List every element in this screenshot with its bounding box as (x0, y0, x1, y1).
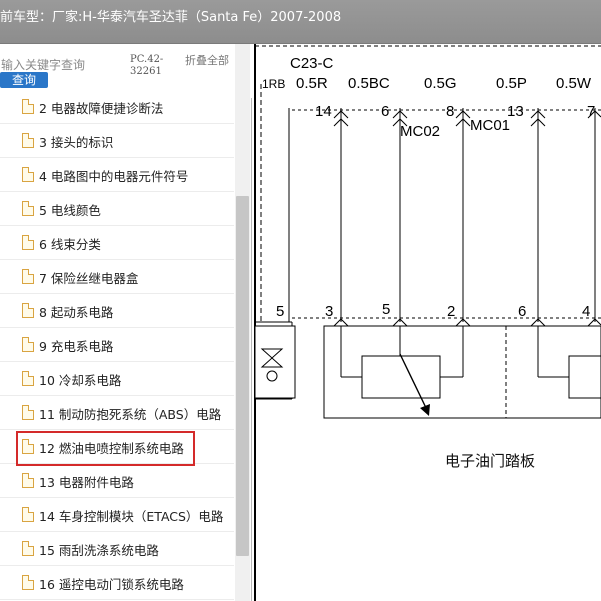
document-icon (22, 269, 34, 284)
scroll-up-arrow[interactable] (235, 44, 250, 52)
toc-item-label: 10 冷却系电路 (39, 373, 122, 388)
document-icon (22, 541, 34, 556)
pin-6-top: 6 (381, 103, 389, 120)
toc-item-2[interactable]: 2 电器故障便捷诊断法 (0, 90, 234, 124)
pin-6-bottom: 6 (518, 303, 526, 320)
component-label: 电子油门踏板 (445, 452, 536, 470)
toc-item-label: 3 接头的标识 (39, 135, 114, 150)
wire-label-0-5r: 0.5R (296, 75, 328, 92)
splice-mc01: MC01 (470, 117, 510, 134)
toc-item-9[interactable]: 9 充电系电路 (0, 328, 234, 362)
toc-item-15[interactable]: 15 雨刮洗涤系统电路 (0, 532, 234, 566)
document-icon (22, 235, 34, 250)
toc-item-11[interactable]: 11 制动防抱死系统（ABS）电路 (0, 396, 234, 430)
search-button[interactable]: 查询 (0, 72, 48, 88)
toc-item-14[interactable]: 14 车身控制模块（ETACS）电路 (0, 498, 234, 532)
toc-item-label: 13 电器附件电路 (39, 475, 134, 490)
wire-label-1rb: 1RB (262, 77, 285, 91)
toc-item-label: 9 充电系电路 (39, 339, 114, 354)
pin-4: 4 (582, 303, 590, 320)
toc-item-8[interactable]: 8 起动系电路 (0, 294, 234, 328)
toc-item-label: 8 起动系电路 (39, 305, 114, 320)
document-icon (22, 337, 34, 352)
toc-item-label: 12 燃油电喷控制系统电路 (39, 441, 184, 456)
toc-item-16[interactable]: 16 遥控电动门锁系统电路 (0, 566, 234, 600)
pin-5: 5 (382, 301, 390, 318)
toc-panel: 查询 PC.42-32261 折叠全部 2 电器故障便捷诊断法 3 接头的标识 … (0, 44, 252, 601)
wire-label-0-5g: 0.5G (424, 75, 457, 92)
document-icon (22, 405, 34, 420)
toc-item-5[interactable]: 5 电线颜色 (0, 192, 234, 226)
title-bar: 前车型：厂家:H-华泰汽车圣达菲（Santa Fe）2007-2008 (0, 0, 601, 44)
pin-8: 8 (446, 103, 454, 120)
connector-label: C23-C (290, 55, 334, 72)
pin-2: 2 (447, 303, 455, 320)
wire-label-0-5w: 0.5W (556, 75, 592, 92)
collapse-all-link[interactable]: 折叠全部 (185, 54, 229, 67)
wire-label-0-5p: 0.5P (496, 75, 527, 92)
toc-item-3[interactable]: 3 接头的标识 (0, 124, 234, 158)
toc-list: 2 电器故障便捷诊断法 3 接头的标识 4 电路图中的电器元件符号 5 电线颜色… (0, 90, 234, 601)
page-code: PC.42-32261 (130, 54, 164, 77)
toc-item-label: 5 电线颜色 (39, 203, 101, 218)
toc-item-label: 6 线束分类 (39, 237, 101, 252)
document-icon (22, 99, 34, 114)
wiring-diagram-svg: C23-C 1RB 0.5R 0.5BC 0.5G 0.5P 0.5W 14 6… (254, 44, 601, 601)
wire-label-0-5bc: 0.5BC (348, 75, 390, 92)
pin-14: 14 (315, 103, 332, 120)
pin-3: 3 (325, 303, 333, 320)
toc-item-label: 11 制动防抱死系统（ABS）电路 (39, 407, 222, 422)
toc-item-label: 15 雨刮洗涤系统电路 (39, 543, 159, 558)
window-title: 前车型：厂家:H-华泰汽车圣达菲（Santa Fe）2007-2008 (0, 10, 342, 25)
toc-item-12-selected[interactable]: 12 燃油电喷控制系统电路 (0, 430, 234, 464)
splice-mc02: MC02 (400, 123, 440, 140)
pin-7: 7 (587, 103, 595, 120)
toc-item-6[interactable]: 6 线束分类 (0, 226, 234, 260)
toc-item-label: 2 电器故障便捷诊断法 (39, 101, 164, 116)
toc-item-4[interactable]: 4 电路图中的电器元件符号 (0, 158, 234, 192)
document-icon (22, 473, 34, 488)
document-icon (22, 133, 34, 148)
scroll-thumb[interactable] (236, 196, 249, 556)
document-icon (22, 201, 34, 216)
document-icon (22, 575, 34, 590)
toc-item-label: 7 保险丝继电器盒 (39, 271, 139, 286)
toc-item-label: 4 电路图中的电器元件符号 (39, 169, 189, 184)
toc-item-label: 14 车身控制模块（ETACS）电路 (39, 509, 224, 524)
toc-item-10[interactable]: 10 冷却系电路 (0, 362, 234, 396)
document-icon (22, 439, 34, 454)
pin-5-left: 5 (276, 303, 284, 320)
toc-item-13[interactable]: 13 电器附件电路 (0, 464, 234, 498)
document-icon (22, 371, 34, 386)
app-window: 前车型：厂家:H-华泰汽车圣达菲（Santa Fe）2007-2008 查询 P… (0, 0, 601, 601)
document-icon (22, 303, 34, 318)
toc-item-label: 16 遥控电动门锁系统电路 (39, 577, 184, 592)
document-icon (22, 507, 34, 522)
toc-item-7[interactable]: 7 保险丝继电器盒 (0, 260, 234, 294)
toc-scrollbar[interactable] (235, 44, 250, 601)
document-icon (22, 167, 34, 182)
wiring-diagram: C23-C 1RB 0.5R 0.5BC 0.5G 0.5P 0.5W 14 6… (252, 44, 601, 601)
